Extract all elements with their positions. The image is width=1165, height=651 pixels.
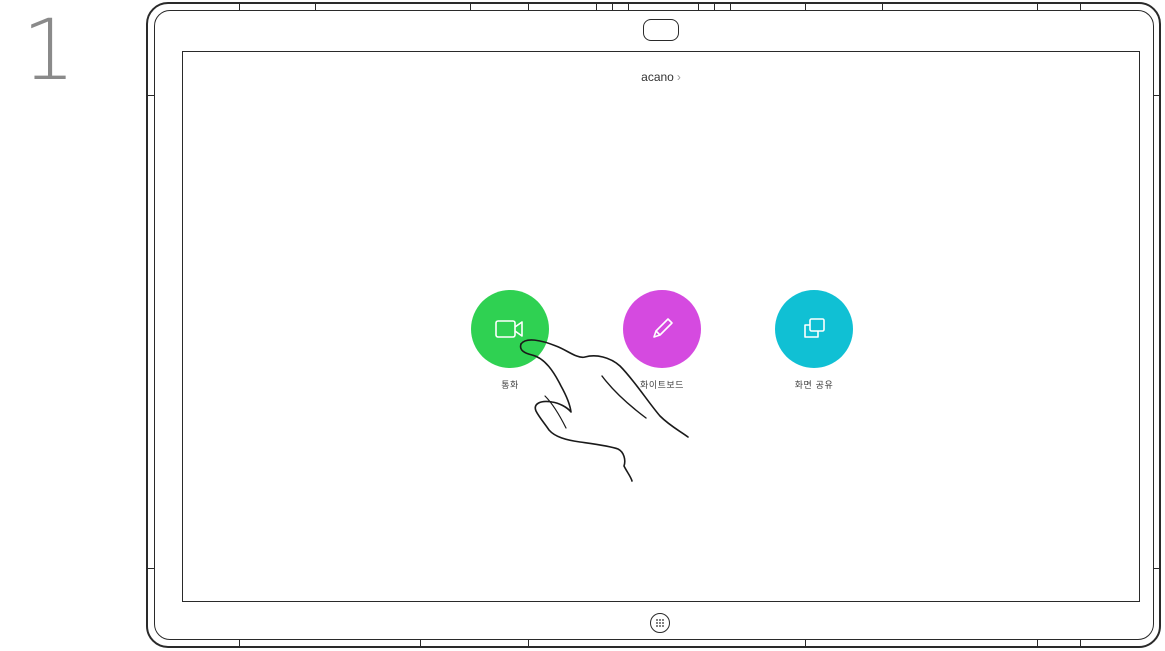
right-edge-tick	[1153, 568, 1161, 569]
video-camera-icon	[495, 320, 523, 338]
left-edge-tick	[146, 568, 154, 569]
pencil-icon	[653, 318, 673, 338]
home-button[interactable]	[650, 613, 670, 633]
top-edge-ticks	[0, 2, 1165, 12]
call-circle[interactable]	[471, 290, 549, 368]
device-name[interactable]: acano ›	[183, 70, 1139, 84]
camera-icon	[643, 19, 679, 41]
share-screen-label: 화면 공유	[794, 381, 834, 391]
whiteboard-label: 화이트보드	[640, 381, 684, 391]
step-number: 1	[22, 1, 76, 99]
whiteboard-circle[interactable]	[623, 290, 701, 368]
chevron-right-icon: ›	[676, 70, 681, 84]
call-label: 통화	[501, 381, 519, 391]
share-screen-icon	[804, 318, 825, 338]
left-edge-tick	[146, 95, 154, 96]
share-circle[interactable]	[775, 290, 853, 368]
whiteboard-button[interactable]: 화이트보드	[617, 290, 707, 391]
keypad-icon	[656, 619, 664, 627]
bottom-edge-ticks	[0, 640, 1165, 650]
share-screen-button[interactable]: 화면 공유	[769, 290, 859, 391]
touch-screen: acano › 통화 화이트보드 화면 공유	[182, 51, 1140, 602]
call-button[interactable]: 통화	[465, 290, 555, 391]
right-edge-tick	[1153, 95, 1161, 96]
device-name-label: acano	[641, 70, 674, 84]
